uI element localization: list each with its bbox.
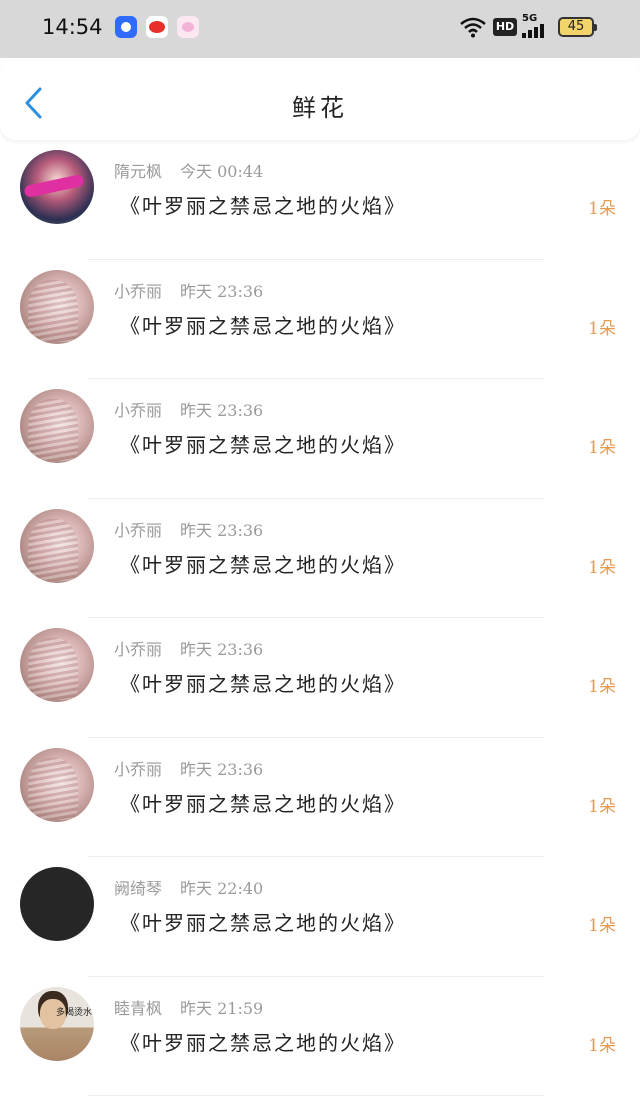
gift-meta: 小乔丽 昨天 23:36 (114, 636, 263, 660)
weibo-notification-icon (146, 16, 168, 38)
status-bar: 14:54 HD 5G 45 (0, 0, 640, 58)
status-time: 14:54 (42, 15, 103, 39)
avatar[interactable] (20, 389, 94, 463)
avatar[interactable] (20, 150, 94, 224)
sender-name[interactable]: 小乔丽 (114, 401, 162, 420)
work-title: 《叶罗丽之禁忌之地的火焰》 (120, 672, 406, 696)
sender-name[interactable]: 小乔丽 (114, 521, 162, 540)
gift-meta: 睦青枫 昨天 21:59 (114, 995, 263, 1019)
flower-count: 1朵 (588, 438, 616, 458)
flower-count: 1朵 (588, 557, 616, 578)
gift-time: 昨天 23:36 (180, 281, 264, 301)
flower-count: 1朵 (588, 199, 616, 219)
avatar[interactable] (20, 747, 94, 822)
gift-meta: 小乔丽 昨天 23:36 (114, 756, 263, 780)
flower-count: 1朵 (588, 1035, 616, 1056)
gift-list: 隋元枫 今天 00:44 《叶罗丽之禁忌之地的火焰》 1朵 小乔丽 昨天 23:36… (0, 140, 640, 1096)
page-title: 鲜花 (292, 94, 348, 122)
gift-time: 昨天 21:59 (180, 998, 264, 1018)
sender-name[interactable]: 小乔丽 (114, 282, 162, 301)
list-item[interactable]: 多喝烫水 睦青枫 昨天 21:59 《叶罗丽之禁忌之地的火焰》 1朵 (0, 977, 640, 1096)
battery-icon: 45 (558, 17, 597, 37)
gift-time: 昨天 23:36 (180, 640, 264, 659)
gift-meta: 阙绮琴 昨天 22:40 (114, 875, 263, 899)
app-notification-icon (177, 16, 199, 38)
work-title: 《叶罗丽之禁忌之地的火焰》 (120, 791, 406, 816)
work-title: 《叶罗丽之禁忌之地的火焰》 (120, 1030, 406, 1055)
sender-name[interactable]: 睦青枫 (114, 999, 162, 1018)
gift-time: 昨天 23:36 (180, 401, 264, 420)
gift-meta: 小乔丽 昨天 23:36 (114, 517, 263, 541)
avatar[interactable] (20, 508, 94, 583)
nav-bar: 鲜花 (0, 58, 640, 140)
sender-name[interactable]: 隋元枫 (114, 162, 162, 181)
avatar[interactable]: 多喝烫水 (20, 986, 94, 1061)
list-item[interactable]: 阙绮琴 昨天 22:40 《叶罗丽之禁忌之地的火焰》 1朵 (0, 857, 640, 977)
list-item[interactable]: 小乔丽 昨天 23:36 《叶罗丽之禁忌之地的火焰》 1朵 (0, 260, 640, 379)
flower-count: 1朵 (588, 796, 616, 817)
gift-meta: 隋元枫 今天 00:44 (114, 158, 263, 182)
signal-icon (522, 24, 548, 38)
gift-time: 昨天 23:36 (180, 520, 264, 540)
avatar[interactable] (20, 867, 94, 941)
work-title: 《叶罗丽之禁忌之地的火焰》 (120, 911, 406, 935)
list-item[interactable]: 隋元枫 今天 00:44 《叶罗丽之禁忌之地的火焰》 1朵 (0, 140, 640, 260)
app-notification-icon (115, 16, 137, 38)
sender-name[interactable]: 小乔丽 (114, 640, 162, 659)
sender-name[interactable]: 小乔丽 (114, 760, 162, 779)
sender-name[interactable]: 阙绮琴 (114, 879, 162, 898)
flower-count: 1朵 (588, 916, 616, 936)
avatar[interactable] (20, 269, 94, 344)
gift-meta: 小乔丽 昨天 23:36 (114, 397, 263, 421)
list-item[interactable]: 小乔丽 昨天 23:36 《叶罗丽之禁忌之地的火焰》 1朵 (0, 618, 640, 738)
gift-meta: 小乔丽 昨天 23:36 (114, 278, 263, 302)
avatar-caption: 多喝烫水 (56, 1007, 93, 1018)
work-title: 《叶罗丽之禁忌之地的火焰》 (120, 433, 406, 457)
list-item[interactable]: 小乔丽 昨天 23:36 《叶罗丽之禁忌之地的火焰》 1朵 (0, 379, 640, 499)
work-title: 《叶罗丽之禁忌之地的火焰》 (120, 552, 406, 577)
network-type-label: 5G (522, 13, 538, 24)
wifi-icon (460, 17, 486, 38)
flower-count: 1朵 (588, 677, 616, 697)
gift-time: 昨天 23:36 (180, 759, 264, 779)
divider (88, 1095, 544, 1096)
avatar[interactable] (20, 628, 94, 702)
work-title: 《叶罗丽之禁忌之地的火焰》 (120, 194, 406, 218)
gift-time: 今天 00:44 (180, 162, 264, 181)
list-item[interactable]: 小乔丽 昨天 23:36 《叶罗丽之禁忌之地的火焰》 1朵 (0, 738, 640, 857)
flower-count: 1朵 (588, 318, 616, 339)
hd-badge: HD (493, 18, 517, 36)
gift-time: 昨天 22:40 (180, 879, 264, 898)
work-title: 《叶罗丽之禁忌之地的火焰》 (120, 313, 406, 338)
list-item[interactable]: 小乔丽 昨天 23:36 《叶罗丽之禁忌之地的火焰》 1朵 (0, 499, 640, 618)
